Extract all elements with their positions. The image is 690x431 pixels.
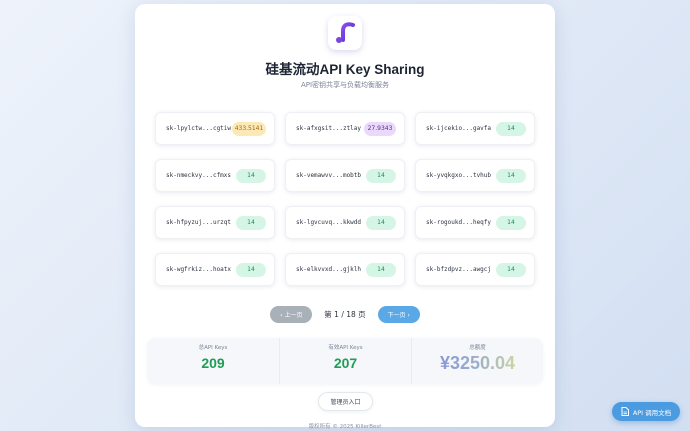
prev-page-button[interactable]: ‹ 上一页 [270, 306, 313, 323]
key-card[interactable]: sk-wgfrkiz...hoatx 14 [155, 253, 275, 286]
key-text: sk-lpylctw...cgtiw [166, 125, 232, 132]
key-text: sk-afxgsit...ztlay [296, 125, 362, 132]
key-text: sk-hfpyzuj...urzqt [166, 219, 232, 226]
key-card[interactable]: sk-lgvcuvq...kkwdd 14 [285, 206, 405, 239]
stat-total-balance: 总额度 ¥3250.04 [411, 338, 543, 384]
balance-badge: 14 [366, 262, 396, 277]
key-card[interactable]: sk-vemawvv...mobtb 14 [285, 159, 405, 192]
key-grid: sk-lpylctw...cgtiw 433.5141 sk-afxgsit..… [155, 112, 535, 286]
balance-badge: 14 [236, 215, 266, 230]
key-card[interactable]: sk-bfzdpvz...awgcj 14 [415, 253, 535, 286]
balance-badge: 14 [496, 215, 526, 230]
key-card[interactable]: sk-afxgsit...ztlay 27.9343 [285, 112, 405, 145]
key-text: sk-ijcekio...gavfa [426, 125, 492, 132]
key-text: sk-rogoukd...heqfy [426, 219, 492, 226]
api-docs-button[interactable]: API 调用文档 [612, 402, 680, 421]
key-text: sk-nmeckvy...cfmxs [166, 172, 232, 179]
main-card: 硅基流动API Key Sharing API密钥共享与负载均衡服务 sk-lp… [135, 4, 555, 430]
key-card[interactable]: sk-ijcekio...gavfa 14 [415, 112, 535, 145]
siliconflow-logo-icon [328, 16, 362, 50]
document-icon [621, 407, 629, 416]
footer-copyright: 版权所有 © 2025 KillerBest [308, 424, 382, 430]
key-card[interactable]: sk-hfpyzuj...urzqt 14 [155, 206, 275, 239]
key-card[interactable]: sk-rogoukd...heqfy 14 [415, 206, 535, 239]
balance-badge: 433.5141 [232, 121, 266, 136]
key-text: sk-yvqkgxo...tvhub [426, 172, 492, 179]
pagination: ‹ 上一页 第 1 / 18 页 下一页 › [135, 306, 555, 323]
page-info: 第 1 / 18 页 [324, 310, 366, 319]
stat-value: 207 [333, 355, 358, 371]
key-text: sk-vemawvv...mobtb [296, 172, 362, 179]
stat-value: 209 [201, 355, 225, 371]
balance-badge: 14 [366, 168, 396, 183]
api-docs-label: API 调用文档 [632, 408, 672, 417]
page-title: 硅基流动API Key Sharing [265, 62, 425, 77]
key-text: sk-wgfrkiz...hoatx [166, 266, 232, 273]
balance-badge: 14 [496, 168, 526, 183]
key-card[interactable]: sk-nmeckvy...cfmxs 14 [155, 159, 275, 192]
stat-total-keys: 总API Keys 209 [147, 338, 279, 384]
balance-badge: 14 [366, 215, 396, 230]
stats-panel: 总API Keys 209 有效API Keys 207 总额度 ¥3250.0… [147, 338, 543, 384]
balance-badge: 14 [496, 121, 526, 136]
stat-label: 有效API Keys [328, 345, 363, 351]
key-text: sk-lgvcuvq...kkwdd [296, 219, 362, 226]
page-subtitle: API密钥共享与负载均衡服务 [300, 81, 390, 89]
stat-label: 总额度 [469, 345, 486, 351]
key-text: sk-bfzdpvz...awgcj [426, 266, 492, 273]
stat-label: 总API Keys [198, 345, 228, 351]
balance-badge: 14 [236, 262, 266, 277]
key-card[interactable]: sk-lpylctw...cgtiw 433.5141 [155, 112, 275, 145]
balance-badge: 27.9343 [364, 121, 396, 136]
balance-badge: 14 [496, 262, 526, 277]
balance-badge: 14 [236, 168, 266, 183]
next-page-button[interactable]: 下一页 › [377, 306, 420, 323]
key-card[interactable]: sk-elkvvxd...gjklh 14 [285, 253, 405, 286]
key-text: sk-elkvvxd...gjklh [296, 266, 362, 273]
stat-value: ¥3250.04 [439, 353, 516, 373]
key-card[interactable]: sk-yvqkgxo...tvhub 14 [415, 159, 535, 192]
stat-valid-keys: 有效API Keys 207 [279, 338, 411, 384]
admin-entry-button[interactable]: 管理员入口 [318, 392, 373, 411]
